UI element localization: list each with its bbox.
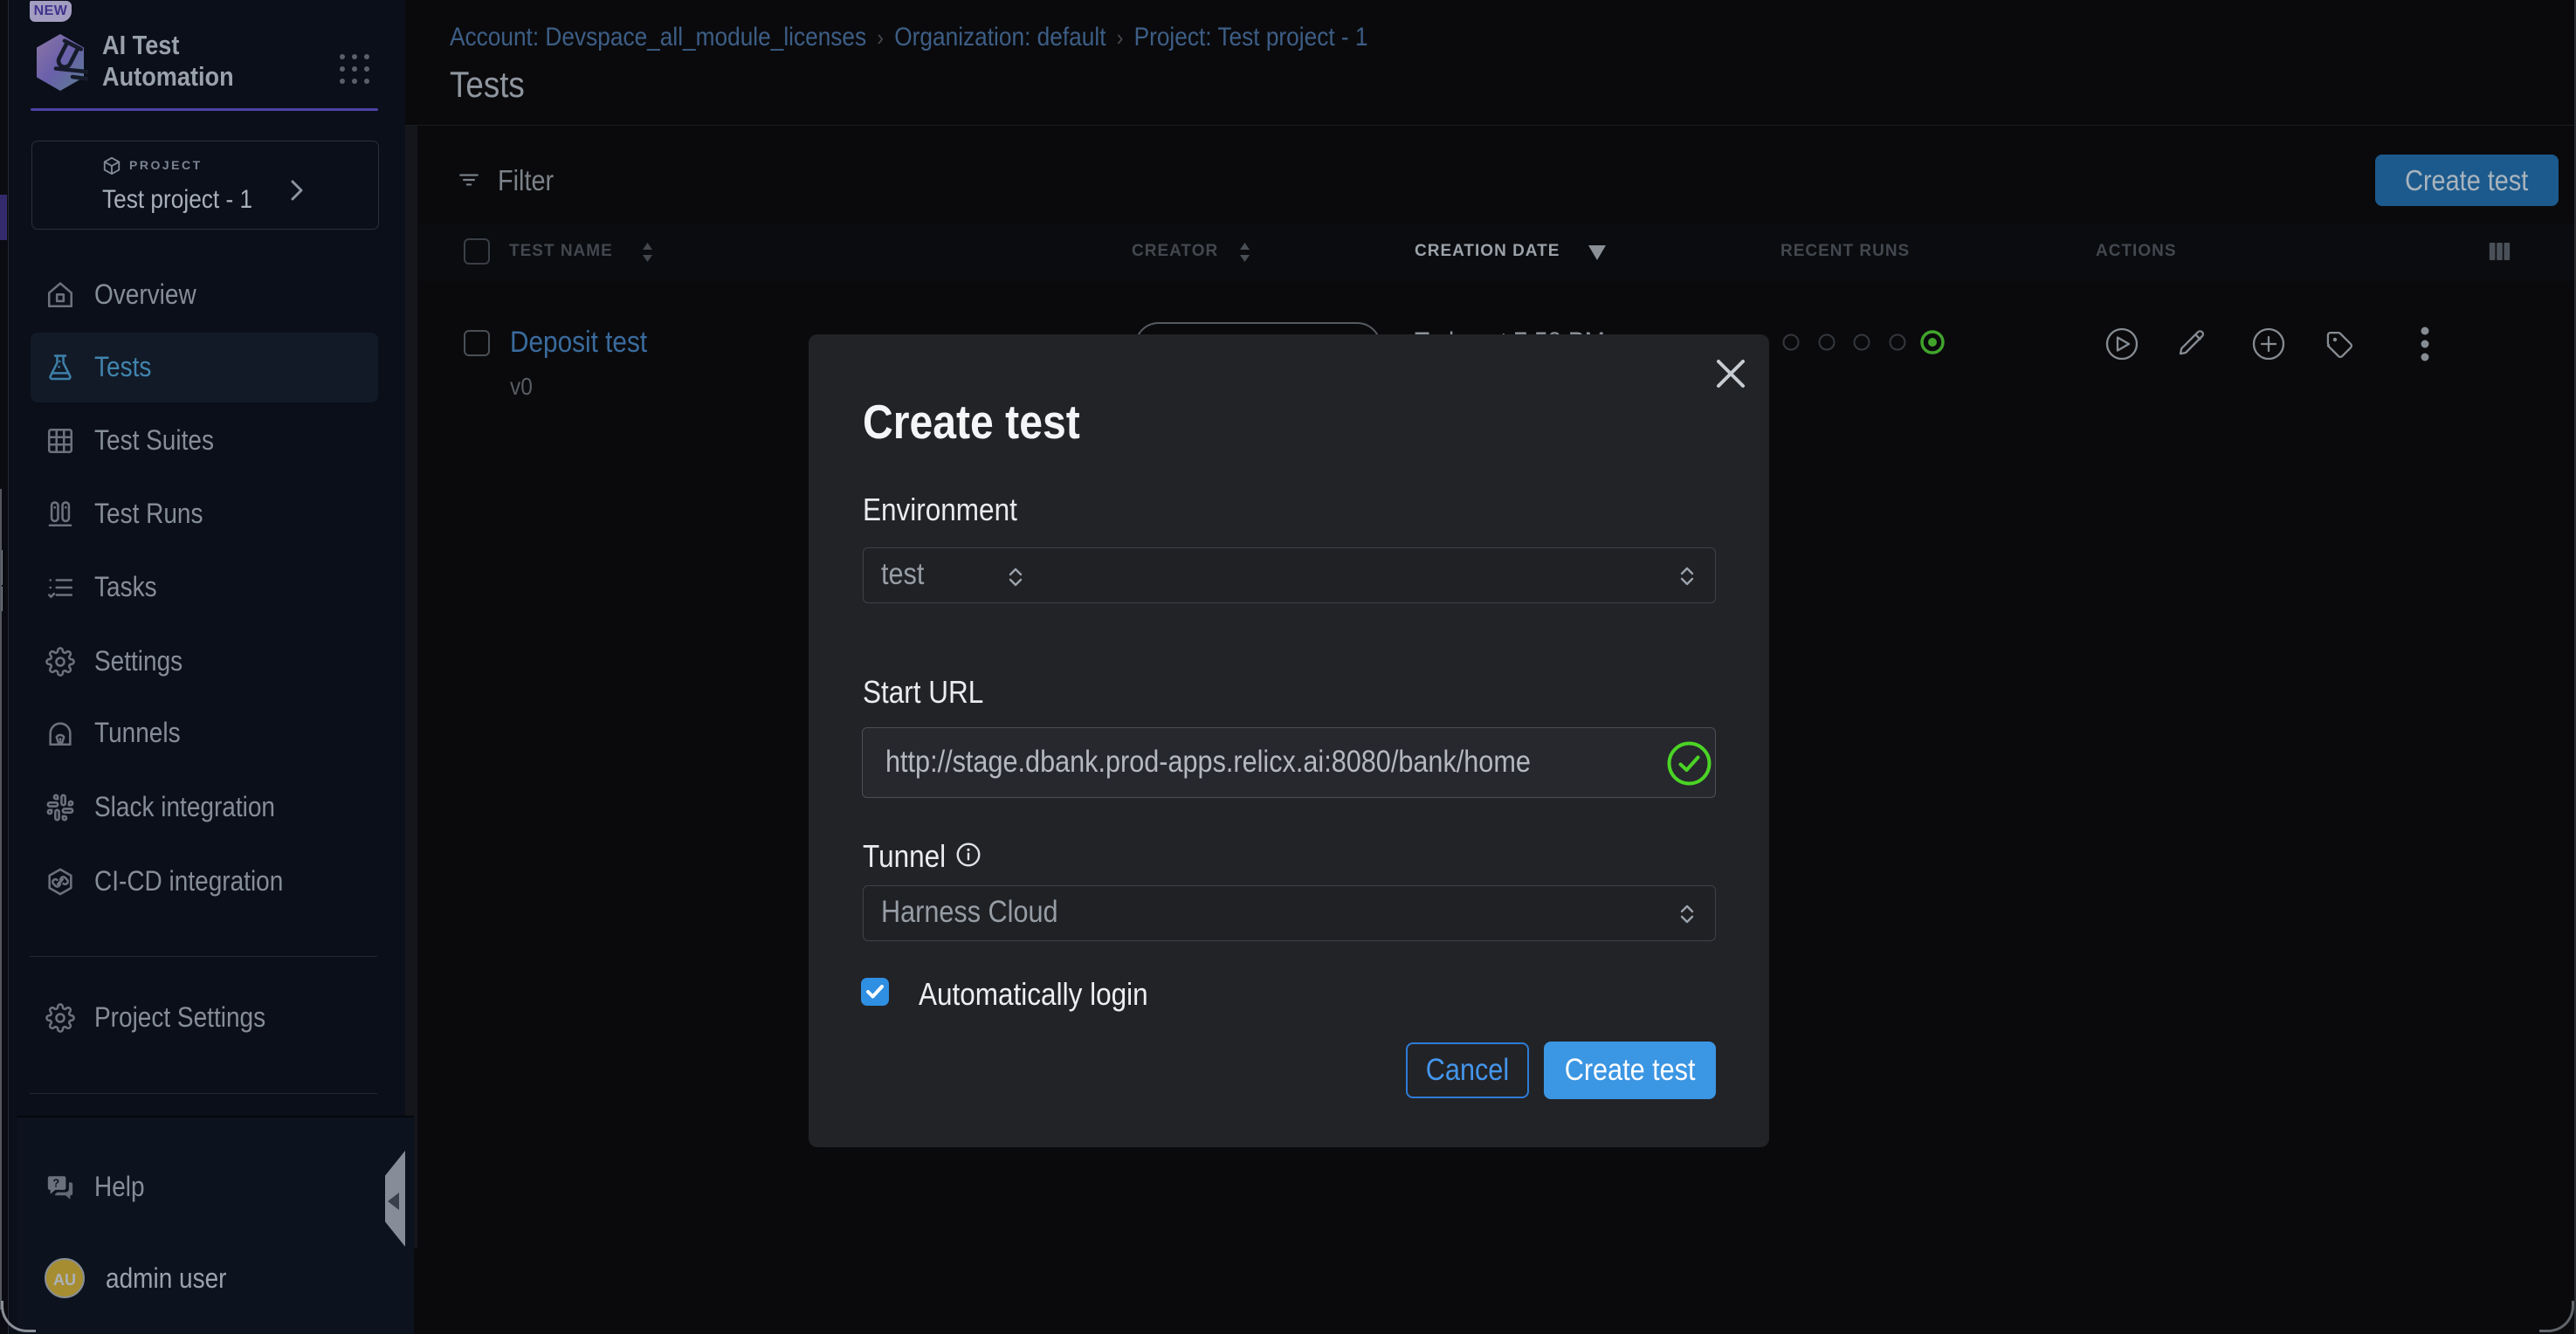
- svg-text:?: ?: [52, 1176, 59, 1189]
